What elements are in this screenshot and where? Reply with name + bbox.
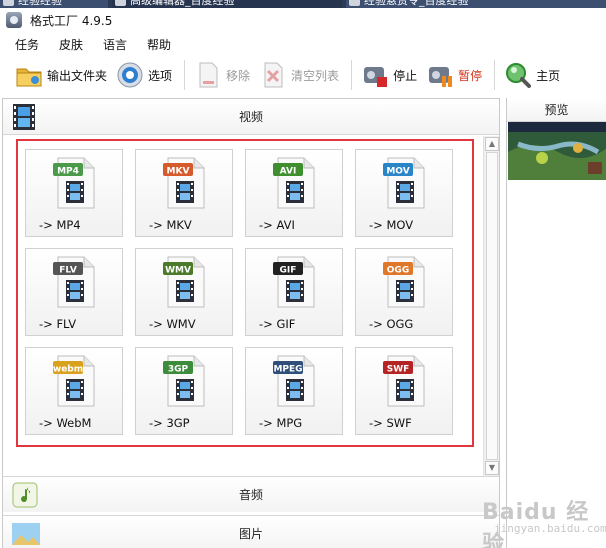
format-tile-label: -> MPG	[259, 416, 303, 430]
audio-note-icon	[11, 480, 41, 510]
toolbar-separator	[494, 60, 496, 90]
stop-button[interactable]: 停止	[360, 58, 425, 92]
format-badge-text: MP4	[57, 167, 79, 177]
home-button[interactable]: 主页	[503, 58, 568, 92]
title-bar: 格式工厂 4.9.5	[0, 8, 606, 32]
mpg-film-reel-icon: MPEG	[270, 354, 320, 408]
browser-tab[interactable]: 经验经验	[0, 0, 108, 8]
menu-language[interactable]: 语言	[100, 36, 130, 53]
toolbar-separator	[184, 60, 186, 90]
category-image-header[interactable]: 图片	[3, 515, 499, 548]
format-tile[interactable]: FLV -> FLV	[25, 248, 123, 336]
category-audio-header[interactable]: 音频	[3, 476, 499, 512]
format-tile[interactable]: MOV -> MOV	[355, 149, 453, 237]
format-tile[interactable]: WMV -> WMV	[135, 248, 233, 336]
scroll-up-arrow-icon[interactable]: ▲	[485, 137, 499, 151]
format-tile[interactable]: OGG -> OGG	[355, 248, 453, 336]
video-film-icon	[9, 102, 39, 132]
home-magnifier-icon	[503, 60, 533, 90]
baidu-watermark: Baidu 经验	[482, 500, 590, 548]
menu-skin[interactable]: 皮肤	[56, 36, 86, 53]
menu-task[interactable]: 任务	[12, 36, 42, 53]
format-tile-label: -> WMV	[149, 317, 196, 331]
format-tile-label: -> FLV	[39, 317, 77, 331]
format-tile-label: -> OGG	[369, 317, 414, 331]
app-icon	[6, 12, 22, 28]
window-title: 格式工厂 4.9.5	[30, 13, 113, 28]
format-tile[interactable]: SWF -> SWF	[355, 347, 453, 435]
format-badge-text: FLV	[59, 266, 77, 276]
3gp-phone-icon: 3GP	[160, 354, 210, 408]
format-badge-text: WMV	[165, 266, 191, 276]
options-button[interactable]: 选项	[115, 58, 180, 92]
remove-document-icon	[193, 60, 223, 90]
vertical-scrollbar[interactable]: ▲ ▼	[483, 136, 499, 476]
category-video-header[interactable]: 视频	[3, 99, 499, 135]
options-gear-icon	[115, 60, 145, 90]
mkv-film-icon: MKV	[160, 156, 210, 210]
browser-tab-strip: 经验经验 高级编辑器_百度经验 经验悬赏令_百度经验	[0, 0, 606, 8]
format-badge-text: SWF	[387, 365, 410, 375]
avi-film-icon: AVI	[270, 156, 320, 210]
preview-thumbnail	[508, 122, 606, 180]
format-tile-label: -> WebM	[39, 416, 92, 430]
pause-icon	[425, 60, 455, 90]
format-badge-text: AVI	[280, 167, 297, 177]
flv-clapper-icon: FLV	[50, 255, 100, 309]
stop-icon	[360, 60, 390, 90]
browser-tab[interactable]: 经验悬赏令_百度经验	[346, 0, 606, 8]
toolbar-separator	[351, 60, 353, 90]
baidu-watermark-url: jingyan.baidu.com	[494, 522, 606, 535]
gif-picture-icon: GIF	[270, 255, 320, 309]
preview-title: 预览	[507, 98, 606, 122]
image-picture-icon	[11, 519, 41, 548]
format-badge-text: webm	[53, 365, 83, 375]
scroll-down-arrow-icon[interactable]: ▼	[485, 461, 499, 475]
format-badge-text: MPEG	[273, 365, 302, 375]
browser-tab[interactable]: 高级编辑器_百度经验	[112, 0, 342, 8]
task-category-panel: 视频 MP4 -> MP4 MKV -> MKV AVI -> AVI MOV -> MOV F…	[2, 98, 500, 548]
format-tile-label: -> MKV	[149, 218, 192, 232]
format-tile-label: -> AVI	[259, 218, 295, 232]
format-tile[interactable]: 3GP -> 3GP	[135, 347, 233, 435]
format-tile-label: -> SWF	[369, 416, 412, 430]
category-video-label: 视频	[238, 110, 263, 124]
preview-panel: 预览	[506, 98, 606, 548]
format-tile[interactable]: webm -> WebM	[25, 347, 123, 435]
ogg-film-icon: OGG	[380, 255, 430, 309]
remove-button[interactable]: 移除	[193, 58, 258, 92]
mov-quicktime-icon: MOV	[380, 156, 430, 210]
format-tile[interactable]: AVI -> AVI	[245, 149, 343, 237]
toolbar: 输出文件夹 选项 移除 清空列表 停止 暂停 主页	[0, 56, 606, 94]
format-badge-text: 3GP	[168, 365, 189, 375]
mp4-film-reel-icon: MP4	[50, 156, 100, 210]
swf-flash-icon: SWF	[380, 354, 430, 408]
format-tile[interactable]: GIF -> GIF	[245, 248, 343, 336]
format-tile-label: -> MOV	[369, 218, 414, 232]
output-folder-button[interactable]: 输出文件夹	[14, 58, 115, 92]
format-badge-text: MKV	[167, 167, 190, 177]
format-tile-label: -> MP4	[39, 218, 81, 232]
format-tile[interactable]: MKV -> MKV	[135, 149, 233, 237]
format-factory-window: 经验经验 高级编辑器_百度经验 经验悬赏令_百度经验 格式工厂 4.9.5 任务…	[0, 0, 606, 548]
clear-list-icon	[258, 60, 288, 90]
format-badge-text: OGG	[387, 266, 409, 276]
pause-button[interactable]: 暂停	[425, 58, 490, 92]
format-tile[interactable]: MP4 -> MP4	[25, 149, 123, 237]
category-image-label: 图片	[238, 527, 263, 541]
menu-help[interactable]: 帮助	[144, 36, 174, 53]
format-badge-text: GIF	[280, 266, 297, 276]
wmv-camera-icon: WMV	[160, 255, 210, 309]
video-format-grid: MP4 -> MP4 MKV -> MKV AVI -> AVI MOV -> MOV FLV -…	[3, 136, 499, 476]
format-tile[interactable]: MPEG -> MPG	[245, 347, 343, 435]
clear-list-button[interactable]: 清空列表	[258, 58, 347, 92]
format-tile-label: -> GIF	[259, 317, 296, 331]
category-audio-label: 音频	[238, 488, 263, 502]
folder-icon	[14, 60, 44, 90]
format-badge-text: MOV	[386, 167, 409, 177]
webm-film-icon: webm	[50, 354, 100, 408]
format-tile-label: -> 3GP	[149, 416, 190, 430]
menu-bar: 任务 皮肤 语言 帮助	[0, 34, 606, 54]
scroll-thumb[interactable]	[486, 152, 498, 460]
